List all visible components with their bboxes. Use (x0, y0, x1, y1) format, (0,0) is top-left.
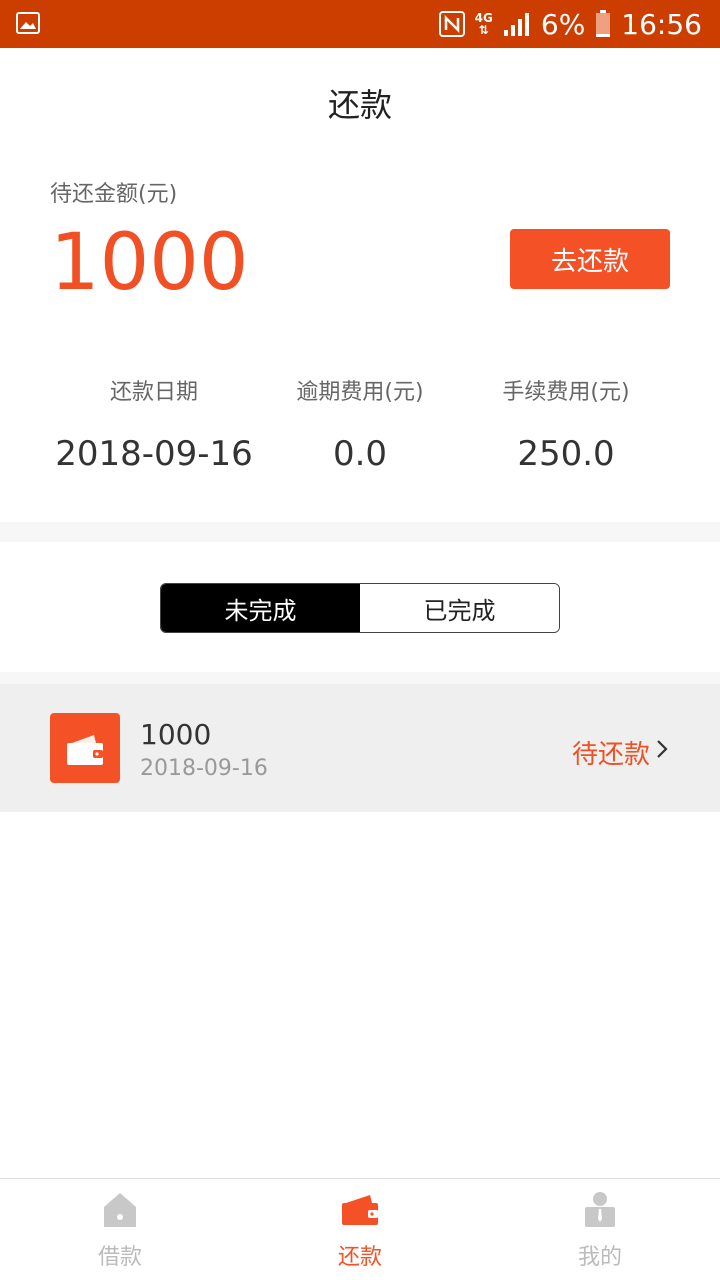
item-date: 2018-09-16 (140, 756, 268, 781)
nfc-icon (438, 11, 465, 37)
item-amount: 1000 (140, 718, 212, 751)
tab-incomplete[interactable]: 未完成 (161, 584, 360, 632)
page-title: 还款 (327, 86, 392, 124)
item-status: 待还款 (571, 740, 650, 770)
tab-repay[interactable]: 还款 (240, 1179, 480, 1280)
section-divider (0, 522, 720, 542)
wallet-icon (342, 1195, 378, 1225)
signal-icon (503, 13, 529, 36)
app-root: 4G ⇅ 6% 16:56 还款 待还金额(元) 1000 去还款 还款日期 2… (0, 0, 720, 1280)
chevron-right-icon (657, 740, 668, 758)
wallet-icon (50, 713, 120, 783)
tab-mine[interactable]: 我的 (480, 1179, 720, 1280)
list-item[interactable]: 1000 2018-09-16 待还款 (0, 684, 720, 812)
info-label: 逾期费用(元) (296, 380, 424, 405)
status-icons: 4G ⇅ 6% 16:56 (438, 0, 702, 48)
info-label: 手续费用(元) (502, 380, 630, 405)
status-bar: 4G ⇅ 6% 16:56 (0, 0, 720, 48)
section-divider (0, 672, 720, 684)
info-overdue-fee: 逾期费用(元) 0.0 (240, 374, 480, 474)
battery-icon (596, 10, 611, 37)
repay-button[interactable]: 去还款 (510, 229, 670, 289)
info-value: 250.0 (517, 434, 615, 474)
info-service-fee: 手续费用(元) 250.0 (446, 374, 686, 474)
header: 还款 (0, 48, 720, 158)
status-segmented-control: 未完成 已完成 (160, 583, 560, 633)
network-type: 4G ⇅ (474, 11, 493, 37)
info-label: 还款日期 (109, 380, 198, 405)
home-icon (104, 1193, 136, 1227)
due-amount-label: 待还金额(元) (50, 182, 178, 207)
info-repay-date: 还款日期 2018-09-16 (34, 374, 274, 474)
tab-label: 借款 (97, 1245, 142, 1270)
info-value: 2018-09-16 (55, 434, 253, 474)
tab-completed[interactable]: 已完成 (360, 584, 559, 632)
tab-label: 我的 (577, 1245, 622, 1270)
clock: 16:56 (621, 7, 702, 41)
due-amount: 1000 (50, 218, 249, 308)
gallery-icon (16, 12, 40, 34)
tab-borrow[interactable]: 借款 (0, 1179, 240, 1280)
bottom-tab-bar: 借款 还款 我的 (0, 1178, 720, 1280)
user-icon (585, 1192, 615, 1227)
info-value: 0.0 (332, 434, 388, 474)
battery-percent: 6% (540, 7, 586, 41)
tab-label: 还款 (337, 1245, 382, 1270)
